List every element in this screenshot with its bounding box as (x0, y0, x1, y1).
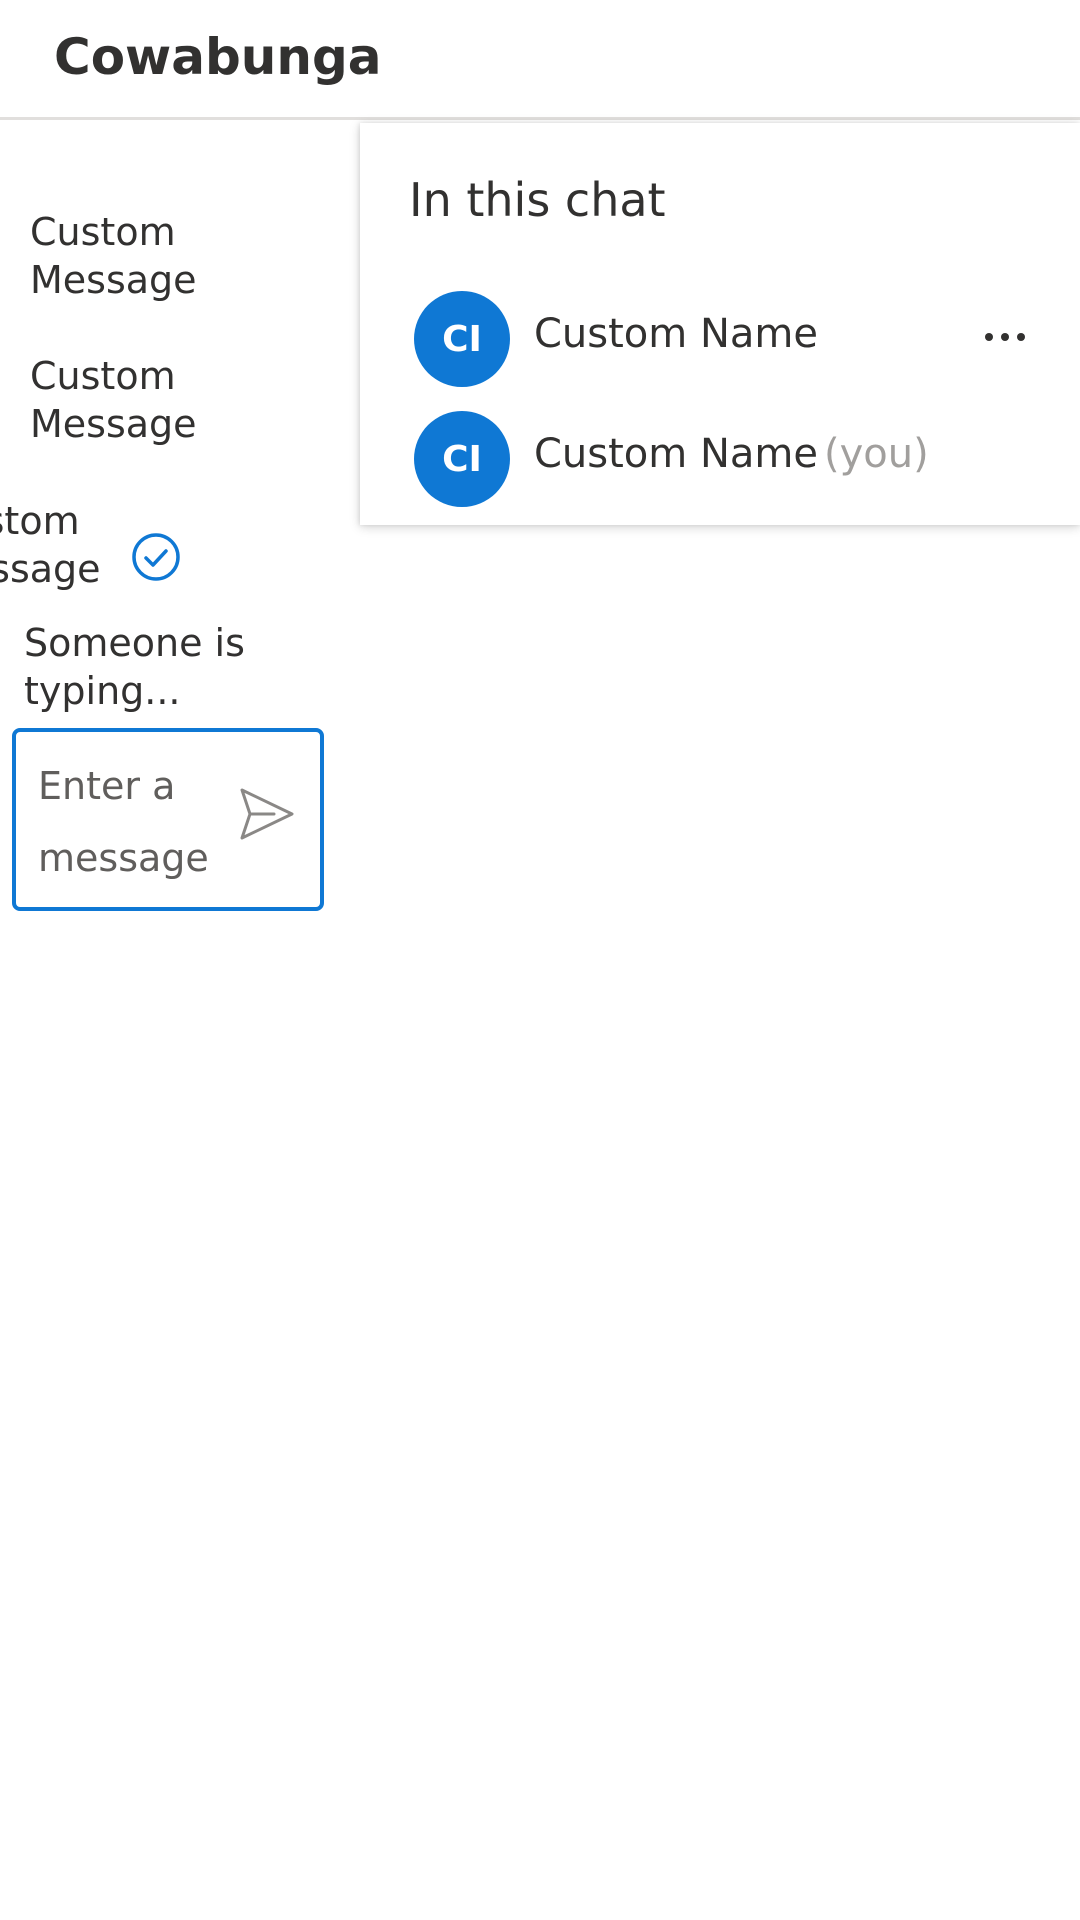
check-circle-icon (132, 533, 180, 581)
more-options-button[interactable] (970, 307, 1040, 367)
message-thread: Custom Message Custom Message Custom Mes… (0, 123, 360, 923)
chat-message: Custom Message (30, 354, 197, 446)
participant-item[interactable]: CI Custom Name (you) (360, 403, 1080, 513)
typing-indicator: Someone is typing... (24, 621, 245, 713)
chat-message: Custom Message (0, 499, 101, 591)
avatar: CI (414, 411, 510, 507)
chat-message: Custom Message (30, 210, 197, 302)
chat-header: Cowabunga (0, 0, 1080, 120)
participant-item[interactable]: CI Custom Name (360, 283, 1080, 393)
more-horizontal-icon-dot (1001, 333, 1009, 341)
chat-title: Cowabunga (54, 28, 382, 86)
avatar: CI (414, 291, 510, 387)
you-label: (you) (824, 431, 929, 477)
send-icon[interactable] (234, 782, 298, 846)
message-input[interactable] (38, 750, 218, 890)
panel-title: In this chat (409, 173, 666, 227)
chat-app: Cowabunga Custom Message Custom Message … (0, 0, 1080, 1920)
more-horizontal-icon-dot (1017, 333, 1025, 341)
participant-name: Custom Name (534, 311, 818, 357)
message-composer (12, 728, 324, 911)
participant-name: Custom Name (534, 431, 818, 477)
more-horizontal-icon (985, 333, 993, 341)
participants-panel: In this chat CI Custom Name CI Custom Na… (360, 123, 1080, 525)
